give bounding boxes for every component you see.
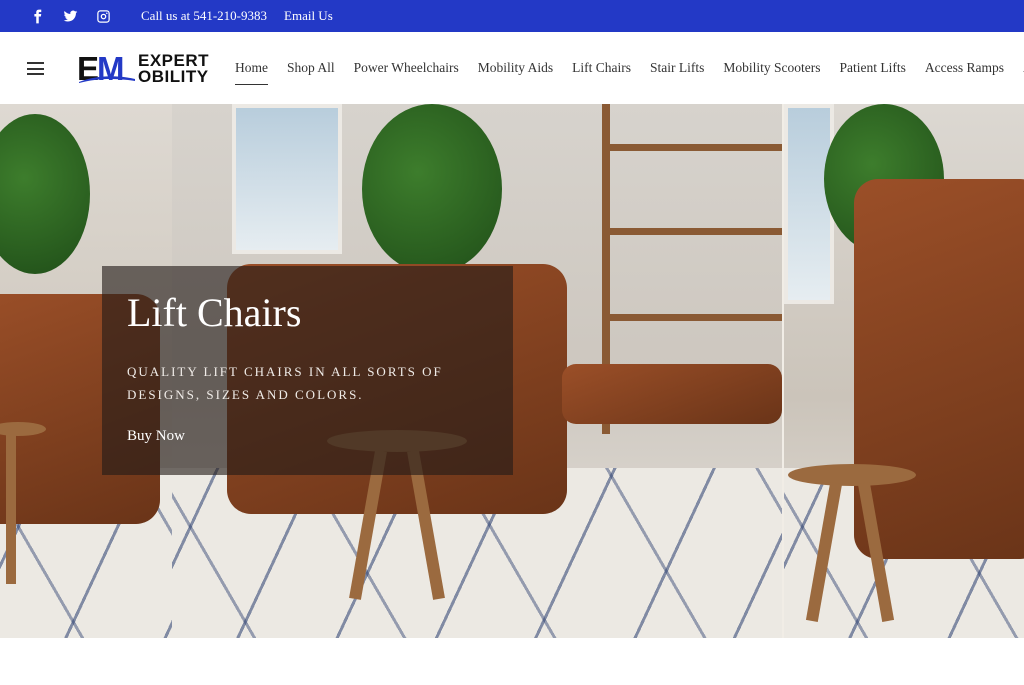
shelf-board bbox=[602, 144, 782, 151]
hero-carousel[interactable]: Lift Chairs Quality lift chairs in all s… bbox=[0, 104, 1024, 638]
nav-mobility-scooters[interactable]: Mobility Scooters bbox=[723, 54, 820, 82]
nav-shop-all[interactable]: Shop All bbox=[287, 54, 335, 82]
phone-link[interactable]: Call us at 541-210-9383 bbox=[141, 8, 267, 24]
instagram-icon[interactable] bbox=[95, 8, 111, 24]
buy-now-button[interactable]: Buy Now bbox=[127, 428, 185, 445]
facebook-icon[interactable] bbox=[29, 8, 45, 24]
table-leg-image bbox=[6, 434, 16, 584]
nav-home[interactable]: Home bbox=[235, 54, 268, 85]
logo-swoosh-icon bbox=[79, 76, 135, 83]
lift-chair-image bbox=[854, 179, 1024, 559]
site-logo[interactable]: EM EXPERT OBILITY bbox=[77, 51, 209, 87]
nav-patient-lifts[interactable]: Patient Lifts bbox=[840, 54, 906, 82]
hamburger-menu-icon[interactable] bbox=[27, 62, 44, 75]
plant-image bbox=[362, 104, 502, 274]
hero-title: Lift Chairs bbox=[127, 290, 302, 335]
email-link[interactable]: Email Us bbox=[284, 8, 333, 24]
side-table-image bbox=[788, 464, 916, 486]
main-nav: Home Shop All Power Wheelchairs Mobility… bbox=[235, 32, 1024, 104]
shelf-board bbox=[602, 228, 782, 235]
site-header: EM EXPERT OBILITY Home Shop All Power Wh… bbox=[0, 32, 1024, 104]
chair-footrest-image bbox=[562, 364, 782, 424]
hero-caption-box: Lift Chairs Quality lift chairs in all s… bbox=[102, 266, 513, 475]
top-bar: Call us at 541-210-9383 Email Us bbox=[0, 0, 1024, 32]
shelf-board bbox=[602, 314, 782, 321]
twitter-icon[interactable] bbox=[62, 8, 78, 24]
hero-slide-next bbox=[782, 104, 1024, 638]
nav-mobility-aids[interactable]: Mobility Aids bbox=[478, 54, 553, 82]
nav-lift-chairs[interactable]: Lift Chairs bbox=[572, 54, 631, 82]
logo-text-bottom: OBILITY bbox=[138, 67, 209, 86]
nav-stair-lifts[interactable]: Stair Lifts bbox=[650, 54, 704, 82]
nav-power-wheelchairs[interactable]: Power Wheelchairs bbox=[354, 54, 459, 82]
window-image bbox=[232, 104, 342, 254]
plant-image bbox=[0, 114, 90, 274]
nav-access-ramps[interactable]: Access Ramps bbox=[925, 54, 1004, 82]
hero-subtitle: Quality lift chairs in all sorts of desi… bbox=[127, 364, 443, 402]
social-links bbox=[29, 8, 128, 24]
